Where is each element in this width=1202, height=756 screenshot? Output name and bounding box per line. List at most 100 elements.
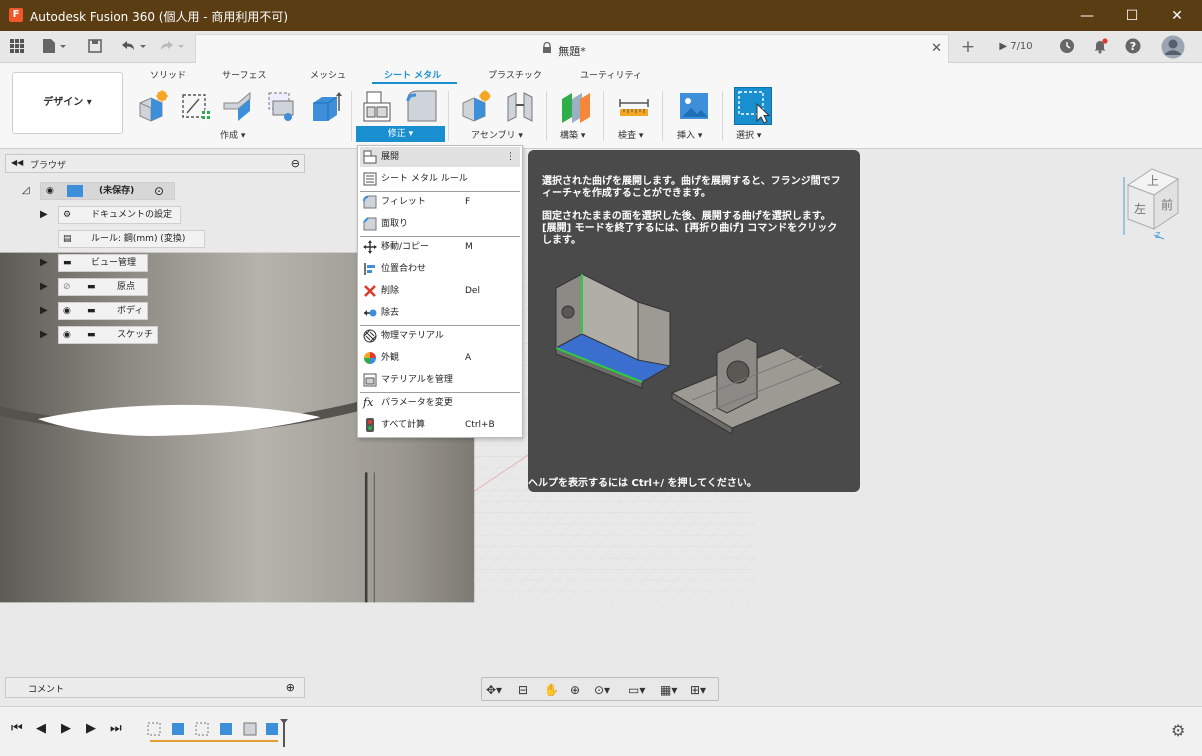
menu-item-align[interactable]: 位置合わせ (360, 259, 520, 279)
view-cube[interactable]: 上 左 前 Z (1120, 163, 1190, 243)
menu-item-unfold[interactable]: 展開 ⋮ (360, 147, 520, 167)
new-component-tool-icon[interactable] (137, 89, 169, 123)
eye-visible-icon[interactable]: ◉ (63, 327, 71, 343)
fusion-logo-icon: F (9, 8, 23, 22)
tree-item-named-views[interactable]: ▬ ビュー管理 (58, 254, 148, 272)
assemble-new-component-tool-icon[interactable] (460, 89, 492, 123)
view-cube-front-face[interactable]: 前 (1161, 196, 1173, 213)
select-tool-icon[interactable] (734, 87, 772, 125)
data-panel-grid-icon[interactable] (9, 38, 25, 56)
menu-item-manage-materials[interactable]: マテリアルを管理 (360, 370, 520, 390)
insert-canvas-tool-icon[interactable] (678, 89, 710, 123)
grid-settings-icon[interactable]: ▦▾ (660, 681, 677, 699)
close-window-button[interactable]: ✕ (1167, 6, 1187, 26)
menu-item-remove[interactable]: 除去 (360, 303, 520, 323)
group-inspect-label[interactable]: 検査 ▾ (618, 128, 643, 141)
timeline-next-icon[interactable]: ▶ (86, 721, 96, 736)
notifications-bell-icon[interactable] (1091, 38, 1109, 56)
tree-item-label: ボディ (117, 306, 144, 316)
menu-item-move-copy[interactable]: 移動/コピー M (360, 237, 520, 257)
expand-root-icon[interactable]: ◿ (22, 185, 30, 196)
tab-mesh[interactable]: メッシュ (310, 68, 346, 81)
tab-plastic[interactable]: プラスチック (488, 68, 542, 81)
offset-plane-tool-icon[interactable] (560, 89, 592, 123)
tree-item-rules[interactable]: ▤ ルール: 鋼(mm) (変換) (58, 230, 205, 248)
tab-utilities[interactable]: ユーティリティ (580, 68, 642, 81)
extrude-tool-icon[interactable] (310, 89, 342, 123)
user-avatar[interactable] (1161, 35, 1185, 59)
group-assemble-label[interactable]: アセンブリ ▾ (471, 128, 523, 141)
expand-arrow-icon[interactable]: ▶ (40, 209, 48, 220)
group-create-label[interactable]: 作成 ▾ (220, 128, 245, 141)
menu-item-sheet-metal-rules[interactable]: シート メタル ルール (360, 169, 520, 189)
eye-hidden-icon[interactable]: ⊘ (63, 279, 71, 295)
tree-item-document-settings[interactable]: ⚙ ドキュメントの設定 (58, 206, 181, 224)
maximize-button[interactable]: ☐ (1122, 6, 1142, 26)
activate-radio-icon[interactable]: ⊙ (154, 184, 164, 198)
expand-arrow-icon[interactable]: ▶ (40, 281, 48, 292)
timeline-play-icon[interactable]: ▶ (61, 721, 71, 736)
tab-solid[interactable]: ソリッド (150, 68, 186, 81)
eye-visible-icon[interactable]: ◉ (63, 303, 71, 319)
browser-panel-header[interactable]: ◀◀ ブラウザ ⊖ (5, 154, 305, 173)
group-construct-label[interactable]: 構築 ▾ (560, 128, 585, 141)
comments-panel[interactable]: コメント ⊕ (5, 677, 305, 698)
save-icon[interactable] (87, 38, 103, 56)
close-tab-icon[interactable]: ✕ (931, 41, 942, 56)
expand-arrow-icon[interactable]: ▶ (40, 329, 48, 340)
menu-item-compute-all[interactable]: すべて計算 Ctrl+B (360, 415, 520, 435)
eye-visible-icon[interactable]: ◉ (46, 183, 54, 199)
undo-icon[interactable] (119, 38, 149, 56)
help-icon[interactable]: ? (1124, 38, 1142, 56)
modify-unfold-tool-icon[interactable] (362, 89, 394, 123)
browser-minimize-icon[interactable]: ⊖ (291, 157, 300, 170)
add-comment-icon[interactable]: ⊕ (286, 681, 295, 694)
zoom-icon[interactable]: ⊕ (570, 681, 580, 699)
expand-arrow-icon[interactable]: ▶ (40, 257, 48, 268)
history-clock-icon[interactable] (1058, 38, 1076, 56)
timeline-settings-gear-icon[interactable]: ⚙ (1171, 721, 1185, 740)
measure-tool-icon[interactable] (618, 89, 650, 123)
fillet-tool-icon[interactable] (406, 89, 438, 123)
minimize-button[interactable]: — (1077, 6, 1097, 26)
display-settings-icon[interactable]: ▭▾ (628, 681, 645, 699)
group-insert-label[interactable]: 挿入 ▾ (677, 128, 702, 141)
menu-item-change-parameters[interactable]: fx パラメータを変更 (360, 393, 520, 413)
menu-item-fillet[interactable]: フィレット F (360, 192, 520, 212)
timeline-previous-icon[interactable]: ◀ (36, 721, 46, 736)
joint-tool-icon[interactable] (504, 89, 536, 123)
workspace-switcher-button[interactable]: デザイン ▾ (12, 72, 123, 134)
menu-item-chamfer[interactable]: 面取り (360, 214, 520, 234)
timeline-last-icon[interactable]: ⏭ (110, 721, 122, 736)
tree-item-bodies[interactable]: ◉ ▬ ボディ (58, 302, 148, 320)
view-cube-left-face[interactable]: 左 (1134, 200, 1146, 217)
menu-item-appearance[interactable]: 外観 A (360, 348, 520, 368)
create-sketch-tool-icon[interactable] (180, 89, 212, 123)
tree-item-origin[interactable]: ⊘ ▬ 原点 (58, 278, 148, 296)
pan-hand-icon[interactable]: ✋ (544, 681, 559, 699)
unfold-tool-icon[interactable] (266, 89, 298, 123)
look-at-icon[interactable]: ⊟ (518, 681, 528, 699)
timeline-features[interactable] (146, 719, 288, 747)
collapse-browser-icon[interactable]: ◀◀ (11, 158, 23, 167)
document-tab[interactable]: 無題* ✕ (195, 34, 949, 63)
view-cube-top-face[interactable]: 上 (1147, 172, 1159, 189)
group-modify-dropdown[interactable]: 修正 ▾ (356, 126, 445, 142)
redo-icon[interactable] (158, 38, 188, 56)
job-status-badge[interactable]: ▶ 7/10 (992, 38, 1040, 56)
expand-arrow-icon[interactable]: ▶ (40, 305, 48, 316)
tab-surface[interactable]: サーフェス (222, 68, 266, 81)
group-select-label[interactable]: 選択 ▾ (736, 128, 761, 141)
fit-icon[interactable]: ⊙▾ (594, 681, 610, 699)
viewports-icon[interactable]: ⊞▾ (690, 681, 706, 699)
tree-item-sketches[interactable]: ◉ ▬ スケッチ (58, 326, 158, 344)
orbit-icon[interactable]: ✥▾ (486, 681, 502, 699)
flange-tool-icon[interactable] (222, 89, 254, 123)
timeline-first-icon[interactable]: ⏮ (11, 721, 23, 736)
more-options-icon[interactable]: ⋮ (506, 147, 515, 167)
file-menu-icon[interactable] (41, 38, 67, 56)
menu-item-delete[interactable]: 削除 Del (360, 281, 520, 301)
menu-item-physical-material[interactable]: 物理マテリアル (360, 326, 520, 346)
new-tab-icon[interactable]: + (958, 38, 978, 56)
tab-sheet-metal[interactable]: シート メタル (384, 68, 441, 81)
